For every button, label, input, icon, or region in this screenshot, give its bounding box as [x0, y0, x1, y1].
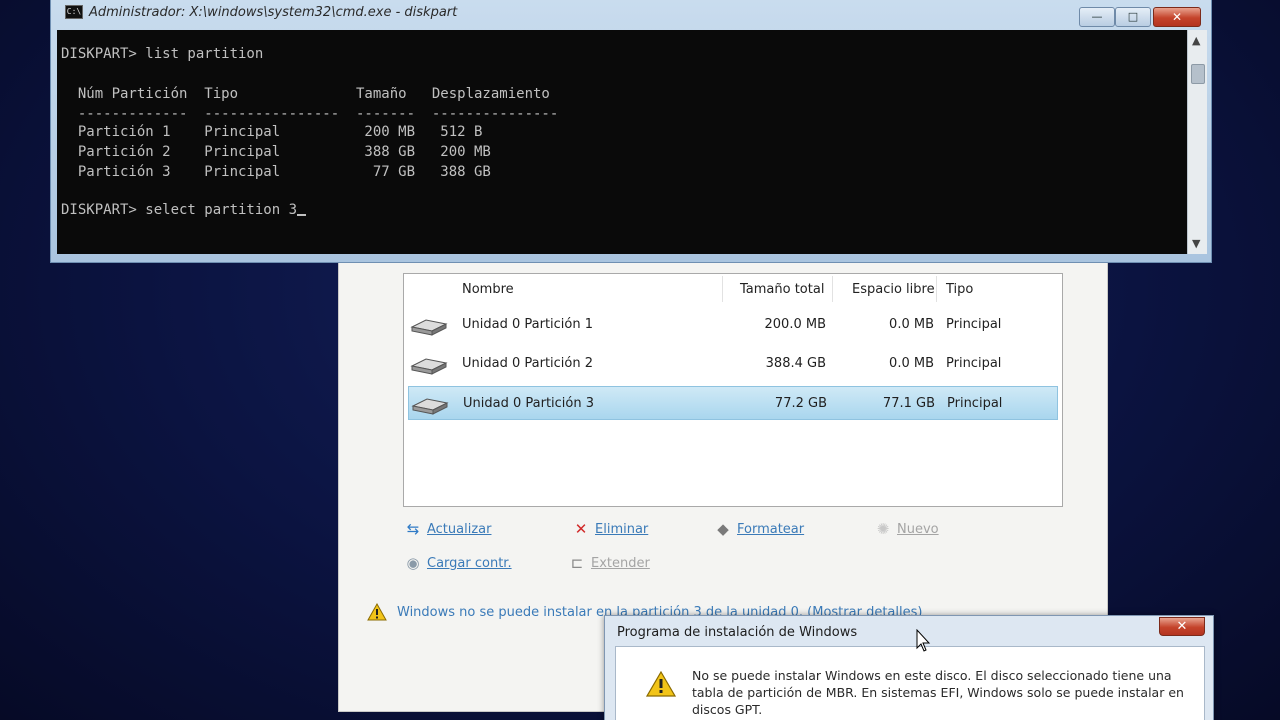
- delete-label: Eliminar: [595, 521, 649, 537]
- cmd-scrollbar[interactable]: ▲ ▼: [1187, 30, 1207, 254]
- console-row-2: Partición 2 Principal 388 GB 200 MB: [61, 144, 491, 160]
- partition-total-size: 388.4 GB: [765, 356, 826, 371]
- console-table-separator: ------------- ---------------- ------- -…: [61, 106, 559, 122]
- console-table-header: Núm Partición Tipo Tamaño Desplazamiento: [61, 86, 550, 102]
- console-prompt-text: DISKPART> select partition 3: [61, 202, 298, 218]
- minimize-button[interactable]: —: [1079, 7, 1115, 27]
- load-driver-label: Cargar contr.: [427, 555, 512, 571]
- warning-icon: [367, 603, 387, 621]
- column-divider: [722, 276, 723, 302]
- dialog-body: No se puede instalar Windows en este dis…: [615, 646, 1205, 720]
- refresh-icon: ⇆: [406, 520, 420, 538]
- hard-disk-icon: [411, 398, 449, 415]
- cmd-console[interactable]: DISKPART> list partition Núm Partición T…: [57, 30, 1187, 254]
- partition-name: Unidad 0 Partición 3: [463, 396, 595, 411]
- partition-type: Principal: [946, 356, 1002, 371]
- cmd-titlebar[interactable]: C:\ Administrador: X:\windows\system32\c…: [51, 0, 1211, 28]
- new-label: Nuevo: [897, 521, 939, 537]
- cmd-close-button[interactable]: ✕: [1153, 7, 1201, 27]
- dialog-title: Programa de instalación de Windows: [617, 625, 858, 640]
- sparkle-icon: ✺: [876, 520, 890, 538]
- scroll-down-arrow-icon[interactable]: ▼: [1192, 237, 1200, 250]
- partition-free-space: 77.1 GB: [882, 396, 935, 411]
- mouse-pointer-icon: [916, 629, 931, 652]
- scroll-up-arrow-icon[interactable]: ▲: [1192, 34, 1200, 47]
- format-button[interactable]: ◆ Formatear: [713, 519, 804, 539]
- cmd-window-title: Administrador: X:\windows\system32\cmd.e…: [89, 5, 458, 20]
- partition-type: Principal: [947, 396, 1003, 411]
- partition-free-space: 0.0 MB: [889, 356, 934, 371]
- column-header-total-size[interactable]: Tamaño total: [740, 282, 824, 297]
- console-row-1: Partición 1 Principal 200 MB 512 B: [61, 124, 483, 140]
- extend-disk-icon: ⊏: [570, 554, 584, 572]
- delete-icon: ✕: [574, 520, 588, 538]
- maximize-button[interactable]: □: [1115, 7, 1151, 27]
- partition-total-size: 77.2 GB: [774, 396, 827, 411]
- partition-name: Unidad 0 Partición 1: [462, 317, 594, 332]
- load-driver-button[interactable]: ◉ Cargar contr.: [403, 553, 512, 573]
- console-row-3: Partición 3 Principal 77 GB 388 GB: [61, 164, 491, 180]
- extend-label: Extender: [591, 555, 650, 571]
- partition-total-size: 200.0 MB: [764, 317, 826, 332]
- column-divider: [936, 276, 937, 302]
- extend-button[interactable]: ⊏ Extender: [567, 553, 650, 573]
- partition-table: Nombre Tamaño total Espacio libre Tipo U…: [403, 273, 1063, 507]
- partition-row-3-selected[interactable]: Unidad 0 Partición 3 77.2 GB 77.1 GB Pri…: [408, 386, 1058, 420]
- column-header-type[interactable]: Tipo: [946, 282, 973, 297]
- eraser-icon: ◆: [717, 520, 729, 538]
- column-divider: [832, 276, 833, 302]
- column-header-name[interactable]: Nombre: [462, 282, 514, 297]
- partition-name: Unidad 0 Partición 2: [462, 356, 594, 371]
- cmd-window: C:\ Administrador: X:\windows\system32\c…: [50, 0, 1212, 263]
- partition-row-1[interactable]: Unidad 0 Partición 1 200.0 MB 0.0 MB Pri…: [408, 308, 1058, 342]
- scroll-thumb[interactable]: [1191, 64, 1205, 84]
- hard-disk-icon: [410, 319, 448, 336]
- refresh-button[interactable]: ⇆ Actualizar: [403, 519, 492, 539]
- partition-free-space: 0.0 MB: [889, 317, 934, 332]
- partition-row-2[interactable]: Unidad 0 Partición 2 388.4 GB 0.0 MB Pri…: [408, 347, 1058, 381]
- delete-button[interactable]: ✕ Eliminar: [571, 519, 649, 539]
- new-button[interactable]: ✺ Nuevo: [873, 519, 939, 539]
- cd-icon: ◉: [406, 554, 420, 572]
- format-label: Formatear: [737, 521, 805, 537]
- cmd-app-icon[interactable]: C:\: [65, 5, 83, 19]
- column-header-free-space[interactable]: Espacio libre: [852, 282, 935, 297]
- warning-icon: [646, 671, 676, 697]
- dialog-close-button[interactable]: ✕: [1159, 617, 1205, 636]
- partition-type: Principal: [946, 317, 1002, 332]
- setup-error-dialog: Programa de instalación de Windows ✕ No …: [604, 615, 1214, 720]
- console-current-line: DISKPART> select partition 3: [61, 202, 307, 218]
- text-cursor: [297, 214, 307, 216]
- dialog-message: No se puede instalar Windows en este dis…: [692, 668, 1184, 717]
- hard-disk-icon: [410, 358, 448, 375]
- refresh-label: Actualizar: [427, 521, 492, 537]
- console-prompt-line: DISKPART> list partition: [61, 46, 264, 62]
